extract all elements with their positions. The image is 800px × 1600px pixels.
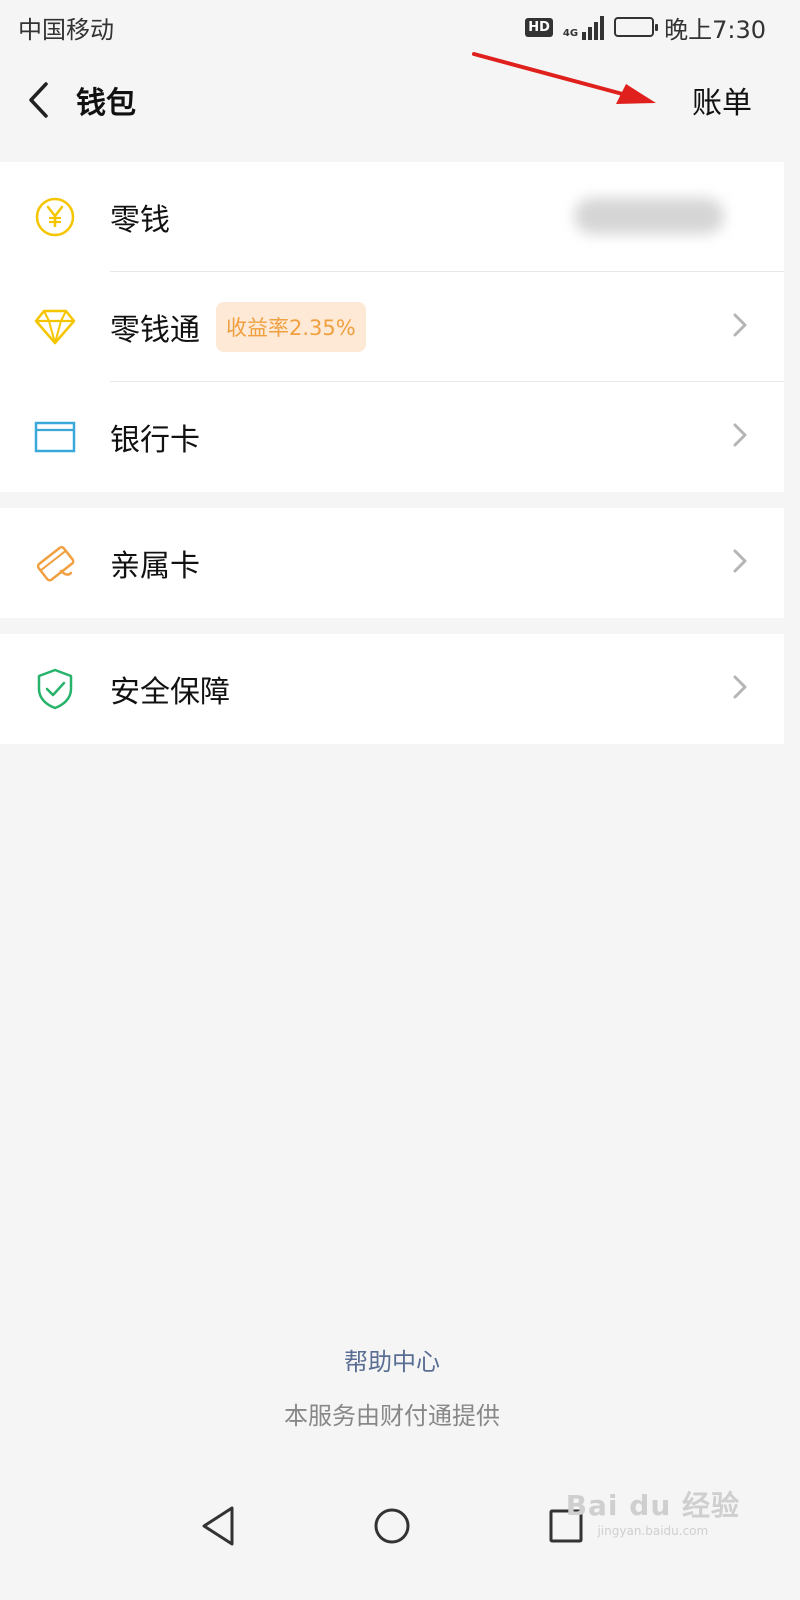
watermark-text: Bai du 经验 xyxy=(565,1489,740,1522)
chevron-left-icon xyxy=(29,82,48,118)
bill-button[interactable]: 账单 xyxy=(672,78,784,122)
network-type: 4G xyxy=(562,28,579,39)
chevron-right-icon xyxy=(733,675,747,699)
back-button[interactable] xyxy=(0,54,76,146)
family-card-group: 亲属卡 xyxy=(0,508,784,618)
change-plus-row[interactable]: 零钱通 收益率2.35% xyxy=(0,272,784,382)
nav-back-button[interactable] xyxy=(192,1500,244,1552)
family-card-row[interactable]: 亲属卡 xyxy=(0,508,784,618)
shield-check-icon xyxy=(0,634,110,744)
diamond-icon xyxy=(0,272,110,382)
triangle-back-icon xyxy=(202,1506,234,1546)
yuan-coin-icon xyxy=(0,162,110,272)
family-card-icon xyxy=(0,508,110,618)
provider-note: 本服务由财付通提供 xyxy=(284,1402,500,1430)
carrier-name: 中国移动 xyxy=(18,15,114,44)
chevron-right-icon xyxy=(733,313,747,337)
change-label: 零钱 xyxy=(110,203,170,238)
status-bar: 中国移动 HD 4G 晚上7:30 xyxy=(0,0,784,54)
nav-home-button[interactable] xyxy=(366,1500,418,1552)
change-plus-label: 零钱通 xyxy=(110,313,200,348)
circle-home-icon xyxy=(374,1508,410,1544)
chevron-right-icon xyxy=(733,423,747,447)
battery-icon xyxy=(614,17,659,37)
bank-card-icon xyxy=(0,382,110,492)
status-indicators: HD 4G 晚上7:30 xyxy=(525,10,766,45)
watermark-logo: Bai du 经验 jingyan.baidu.com xyxy=(566,1484,740,1538)
bank-card-label: 银行卡 xyxy=(110,423,200,458)
balance-value-blurred xyxy=(574,198,724,234)
page-title: 钱包 xyxy=(76,86,136,121)
wallet-group: 零钱 零钱通 收益率2.35% 银行卡 xyxy=(0,162,784,492)
clock: 晚上7:30 xyxy=(664,15,766,44)
change-row[interactable]: 零钱 xyxy=(0,162,784,272)
family-card-label: 亲属卡 xyxy=(110,549,200,584)
watermark-url: jingyan.baidu.com xyxy=(597,1524,709,1538)
header: 钱包 账单 xyxy=(0,54,784,146)
chevron-right-icon xyxy=(733,549,747,573)
security-row[interactable]: 安全保障 xyxy=(0,634,784,744)
bank-card-row[interactable]: 银行卡 xyxy=(0,382,784,492)
hd-icon: HD xyxy=(525,17,553,37)
yield-badge: 收益率2.35% xyxy=(216,302,366,352)
security-group: 安全保障 xyxy=(0,634,784,744)
signal-icon: 4G xyxy=(562,14,605,40)
help-center-link[interactable]: 帮助中心 xyxy=(0,1342,784,1377)
security-label: 安全保障 xyxy=(110,675,230,710)
